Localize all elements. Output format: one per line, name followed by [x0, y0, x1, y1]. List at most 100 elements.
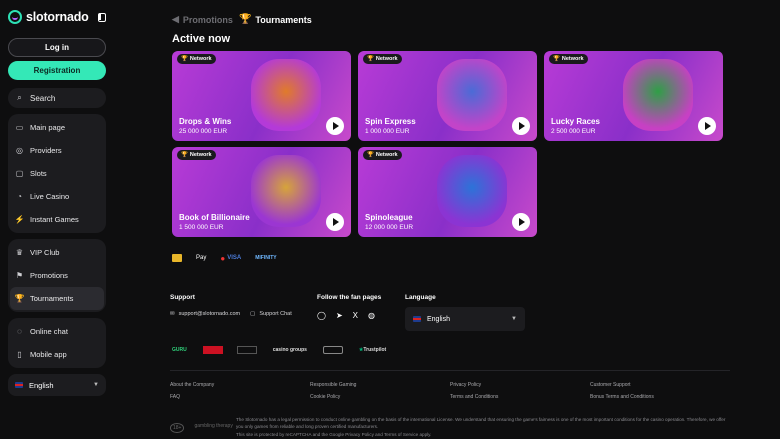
network-badge: 🏆 Network [363, 150, 402, 160]
logo[interactable]: slotornado [8, 10, 89, 24]
prize-pool: 12 000 000 EUR [365, 224, 414, 231]
sidebar-item-label: Instant Games [30, 215, 79, 224]
vip-icon: ♛ [15, 247, 24, 257]
trophy-icon: 🏆 [367, 56, 374, 62]
footer-link[interactable]: About the Company [170, 382, 310, 388]
prize-pool: 2 500 000 EUR [551, 128, 596, 135]
trophy-icon: 🏆 [553, 56, 560, 62]
tab-label: Promotions [182, 14, 233, 25]
chevron-down-icon: ▼ [93, 382, 99, 388]
login-button[interactable]: Log in [8, 38, 106, 57]
footer-divider [170, 370, 730, 371]
home-icon: ▭ [15, 122, 24, 132]
tournament-card[interactable]: 🏆 Network Spin Express 1 000 000 EUR [358, 51, 537, 141]
sidebar-item-tournaments[interactable]: 🏆 Tournaments [10, 287, 104, 310]
tournament-title: Lucky Races [551, 117, 600, 126]
reddit-icon[interactable]: ◍ [368, 311, 375, 320]
registration-button[interactable]: Registration [8, 61, 106, 80]
play-button[interactable] [698, 117, 716, 135]
follow-heading: Follow the fan pages [317, 294, 382, 301]
sidebar-item-vip-club[interactable]: ♛ VIP Club [10, 241, 104, 264]
badge-label: Network [375, 152, 398, 158]
network-badge: 🏆 Network [177, 150, 216, 160]
footer-link[interactable]: Terms and Conditions [450, 394, 590, 400]
footer-follow: Follow the fan pages ◯ ➤ X ◍ [317, 294, 405, 331]
tournament-title: Drops & Wins [179, 117, 232, 126]
x-icon[interactable]: X [353, 311, 358, 320]
play-button[interactable] [512, 213, 530, 231]
sidebar-item-providers[interactable]: ◎ Providers [10, 139, 104, 162]
language-heading: Language [405, 294, 436, 301]
gambling-therapy-logo: gambling therapy [194, 423, 233, 429]
tournament-title: Spin Express [365, 117, 416, 126]
responsibility-seals: 18+ gambling therapy [170, 423, 233, 433]
play-button[interactable] [326, 213, 344, 231]
trustpilot-logo[interactable]: ★ Trustpilot [357, 346, 388, 354]
badge-label: Network [189, 56, 212, 62]
nav-group-support: ◌ Online chat ▯ Mobile app [8, 318, 106, 368]
tournament-grid: 🏆 Network Drops & Wins 25 000 000 EUR 🏆 Ne… [172, 51, 723, 237]
trophy-icon: 🏆 [181, 152, 188, 158]
footer-language-select[interactable]: English ▼ [405, 307, 525, 331]
uk-flag-icon [15, 382, 23, 388]
search-button[interactable]: ⌕ Search [8, 88, 106, 108]
play-button[interactable] [326, 117, 344, 135]
sidebar-item-online-chat[interactable]: ◌ Online chat [10, 320, 104, 343]
footer-link[interactable]: FAQ [170, 394, 310, 400]
search-icon: ⌕ [17, 93, 22, 102]
sidebar-item-promotions[interactable]: ⚑ Promotions [10, 264, 104, 287]
tournament-title: Spinoleague [365, 213, 413, 222]
sidebar-item-main-page[interactable]: ▭ Main page [10, 116, 104, 139]
telegram-icon[interactable]: ➤ [336, 311, 343, 320]
casino-groups-logo[interactable]: casino groups [271, 346, 309, 354]
tournament-card[interactable]: 🏆 Network Drops & Wins 25 000 000 EUR [172, 51, 351, 141]
sidebar-item-live-casino[interactable]: ◔ Live Casino [10, 185, 104, 208]
payment-methods: Pay ● VISA MIFINITY [172, 253, 780, 263]
tab-tournaments[interactable]: 🏆 Tournaments [239, 14, 312, 25]
tab-promotions[interactable]: ◀ Promotions [172, 14, 233, 25]
prize-pool: 1 500 000 EUR [179, 224, 224, 231]
prize-pool: 25 000 000 EUR [179, 128, 228, 135]
sidebar-item-instant-games[interactable]: ⚡ Instant Games [10, 208, 104, 231]
uk-flag-icon [413, 316, 421, 322]
partner-logo[interactable] [236, 346, 257, 354]
network-badge: 🏆 Network [177, 54, 216, 64]
sidebar-item-label: VIP Club [30, 248, 60, 257]
prize-pool: 1 000 000 EUR [365, 128, 410, 135]
guru-logo[interactable]: GURU [170, 346, 189, 354]
partner-logo-outline[interactable] [322, 346, 343, 354]
tournament-card[interactable]: 🏆 Network Book of Billionaire 1 500 000 E… [172, 147, 351, 237]
play-button[interactable] [512, 117, 530, 135]
footer-link[interactable]: Responsible Gaming [310, 382, 450, 388]
live-casino-icon: ◔ [17, 191, 22, 201]
footer-link[interactable]: Customer Support [590, 382, 730, 388]
badge-label: Network [189, 152, 212, 158]
badge-label: Network [375, 56, 398, 62]
sidebar: slotornado Log in Registration ⌕ Search … [0, 0, 114, 439]
language-select[interactable]: English ▼ [8, 374, 106, 396]
tournament-card[interactable]: 🏆 Network Spinoleague 12 000 000 EUR [358, 147, 537, 237]
sidebar-item-label: Promotions [30, 271, 68, 280]
whatsapp-icon[interactable]: ◯ [317, 311, 326, 320]
support-chat-link[interactable]: ▢ Support Chat [250, 311, 292, 317]
trophy-icon: 🏆 [238, 14, 252, 25]
support-email-link[interactable]: ✉ support@slotornado.com [170, 311, 240, 317]
sidebar-item-slots[interactable]: ▢ Slots [10, 162, 104, 185]
sidebar-item-mobile-app[interactable]: ▯ Mobile app [10, 343, 104, 366]
support-heading: Support [170, 294, 195, 301]
nav-group-promo: ♛ VIP Club ⚑ Promotions 🏆 Tournaments [8, 239, 106, 312]
trophy-icon: 🏆 [367, 152, 374, 158]
sidebar-item-label: Mobile app [30, 350, 67, 359]
sidebar-item-label: Online chat [30, 327, 68, 336]
tournament-card[interactable]: 🏆 Network Lucky Races 2 500 000 EUR [544, 51, 723, 141]
sidebar-item-label: Providers [30, 146, 62, 155]
trophy-icon: 🏆 [181, 56, 188, 62]
main-content: ◀ Promotions 🏆 Tournaments Active now 🏆 Net… [114, 0, 780, 439]
collapse-sidebar-icon[interactable] [98, 12, 106, 22]
chevron-down-icon: ▼ [511, 316, 517, 322]
footer-link[interactable]: Privacy Policy [450, 382, 590, 388]
partner-logo-red[interactable] [202, 346, 223, 354]
brand-bar: slotornado [8, 6, 106, 28]
footer-link[interactable]: Bonus Terms and Conditions [590, 394, 730, 400]
footer-link[interactable]: Cookie Policy [310, 394, 450, 400]
